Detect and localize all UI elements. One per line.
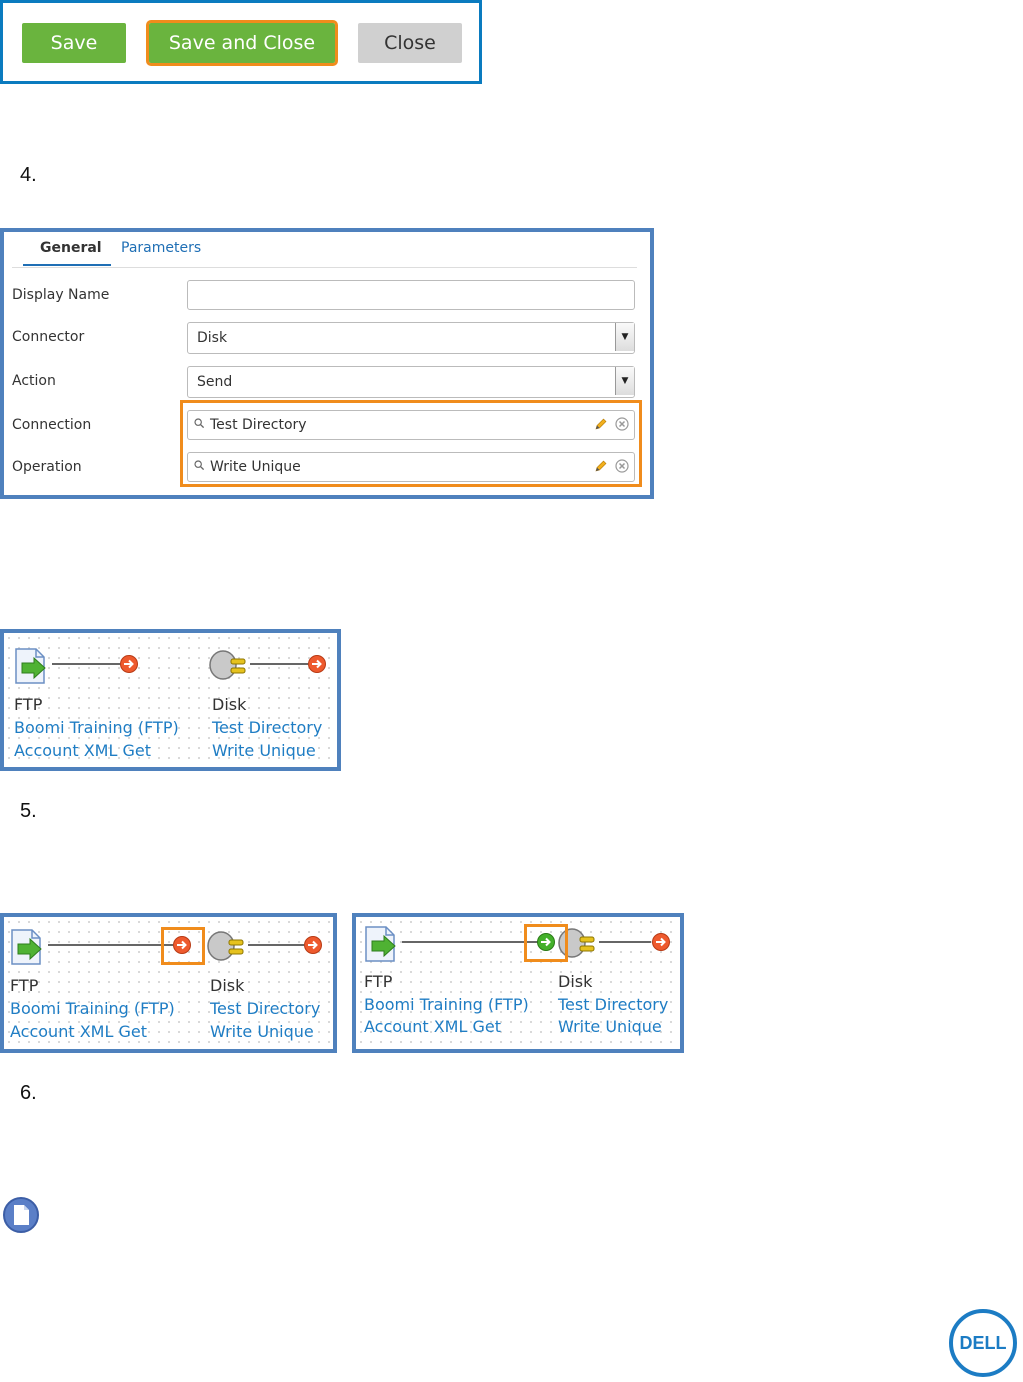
button-bar: Save Save and Close Close	[0, 0, 482, 84]
disk-shape-type: Disk	[212, 695, 247, 714]
process-canvas-before: FTP Boomi Training (FTP) Account XML Get…	[0, 913, 337, 1053]
chevron-down-icon[interactable]: ▼	[615, 323, 634, 351]
ftp-operation-link[interactable]: Account XML Get	[10, 1022, 147, 1041]
tab-divider	[12, 267, 637, 268]
disk-plug-icon[interactable]	[207, 647, 249, 683]
ftp-shape-type: FTP	[364, 972, 393, 991]
connector-line	[48, 944, 173, 946]
disk-operation-link[interactable]: Write Unique	[210, 1022, 314, 1041]
svg-text:DELL: DELL	[960, 1333, 1007, 1353]
connection-operation-highlight	[180, 400, 642, 487]
close-button[interactable]: Close	[358, 23, 462, 63]
arrow-right-icon[interactable]	[303, 935, 323, 955]
note-icon	[3, 1197, 39, 1233]
disk-shape-type: Disk	[210, 976, 245, 995]
connector-line	[599, 941, 651, 943]
chevron-down-icon[interactable]: ▼	[615, 367, 634, 395]
step-number-6: 6.	[20, 1082, 37, 1104]
disk-connection-link[interactable]: Test Directory	[210, 999, 320, 1018]
ftp-shape-type: FTP	[10, 976, 39, 995]
dell-logo: DELL	[949, 1309, 1017, 1377]
arrow-highlight	[161, 927, 205, 965]
ftp-connector-icon[interactable]	[14, 647, 50, 685]
ftp-operation-link[interactable]: Account XML Get	[14, 741, 151, 760]
disk-shape-type: Disk	[558, 972, 593, 991]
connector-label: Connector	[12, 329, 85, 345]
arrow-highlight	[524, 924, 568, 962]
step-number-5: 5.	[20, 800, 37, 822]
connector-line	[52, 663, 120, 665]
action-select[interactable]: Send ▼	[187, 366, 635, 398]
tab-parameters[interactable]: Parameters	[121, 240, 201, 256]
action-label: Action	[12, 373, 56, 389]
action-value: Send	[197, 374, 233, 390]
connector-value: Disk	[197, 330, 228, 346]
ftp-connector-icon[interactable]	[10, 928, 46, 966]
ftp-connector-icon[interactable]	[364, 925, 400, 963]
active-tab-indicator	[23, 264, 111, 266]
connector-line	[248, 944, 304, 946]
arrow-right-icon[interactable]	[307, 654, 327, 674]
ftp-connection-link[interactable]: Boomi Training (FTP)	[14, 718, 179, 737]
ftp-connection-link[interactable]: Boomi Training (FTP)	[364, 995, 529, 1014]
arrow-right-icon[interactable]	[651, 932, 671, 952]
disk-connection-link[interactable]: Test Directory	[558, 995, 668, 1014]
display-name-input[interactable]	[187, 280, 635, 310]
process-canvas-after: FTP Boomi Training (FTP) Account XML Get…	[352, 913, 684, 1053]
connector-line	[402, 941, 538, 943]
arrow-right-icon[interactable]	[119, 654, 139, 674]
ftp-operation-link[interactable]: Account XML Get	[364, 1017, 501, 1036]
connector-select[interactable]: Disk ▼	[187, 322, 635, 354]
ftp-shape-type: FTP	[14, 695, 43, 714]
process-canvas-1: FTP Boomi Training (FTP) Account XML Get…	[0, 629, 341, 771]
step-number-4: 4.	[20, 164, 37, 186]
save-and-close-button[interactable]: Save and Close	[146, 20, 338, 66]
operation-label: Operation	[12, 459, 82, 475]
display-name-label: Display Name	[12, 287, 110, 303]
connector-line	[250, 663, 308, 665]
disk-connection-link[interactable]: Test Directory	[212, 718, 322, 737]
ftp-connection-link[interactable]: Boomi Training (FTP)	[10, 999, 175, 1018]
disk-operation-link[interactable]: Write Unique	[558, 1017, 662, 1036]
disk-plug-icon[interactable]	[205, 928, 247, 964]
save-button[interactable]: Save	[22, 23, 126, 63]
connection-label: Connection	[12, 417, 92, 433]
tab-general[interactable]: General	[40, 240, 102, 256]
disk-operation-link[interactable]: Write Unique	[212, 741, 316, 760]
